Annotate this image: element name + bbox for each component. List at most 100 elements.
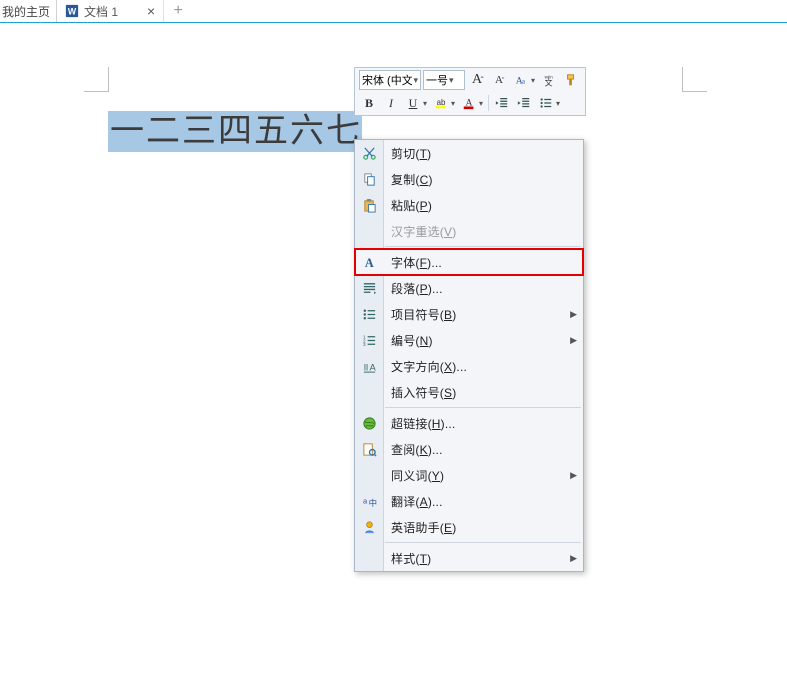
- svg-text:中: 中: [368, 498, 376, 508]
- context-menu-items: 剪切(T) 复制(C) 粘贴(P) 汉字重选(V) A字体(F)... 段落(P)... 项…: [355, 140, 583, 571]
- increase-indent-button[interactable]: [514, 93, 534, 113]
- separator: [385, 246, 581, 247]
- review-icon: [355, 442, 383, 457]
- translate-icon: a中: [355, 494, 383, 509]
- svg-text:a: a: [362, 496, 367, 505]
- format-painter-button[interactable]: [561, 70, 581, 90]
- font-size-value: 一号: [426, 72, 448, 88]
- context-menu: 剪切(T) 复制(C) 粘贴(P) 汉字重选(V) A字体(F)... 段落(P)... 项…: [354, 139, 584, 572]
- close-tab-button[interactable]: ×: [147, 4, 155, 18]
- svg-text:ll: ll: [363, 362, 367, 372]
- separator: [385, 542, 581, 543]
- bold-button[interactable]: B: [359, 93, 379, 113]
- menu-item-synonym[interactable]: 同义词(Y)▶: [355, 462, 583, 488]
- menu-item-font[interactable]: A字体(F)...: [355, 249, 583, 275]
- menu-item-hyperlink[interactable]: 超链接(H)...: [355, 410, 583, 436]
- phonetic-guide-icon: wén文: [542, 73, 556, 87]
- numbering-icon: 123: [355, 333, 383, 348]
- font-name-value: 宋体 (中文: [362, 72, 412, 88]
- change-case-icon: Aa: [514, 73, 528, 87]
- menu-item-paragraph[interactable]: 段落(P)...: [355, 275, 583, 301]
- grow-font-button[interactable]: Â: [467, 70, 487, 90]
- menu-item-label: 文字方向(X)...: [383, 358, 565, 375]
- word-file-icon: W: [65, 4, 79, 18]
- increase-indent-icon: [517, 96, 531, 110]
- format-painter-icon: [564, 73, 578, 87]
- highlight-icon: ab: [434, 96, 448, 110]
- menu-item-label: 汉字重选(V): [383, 223, 565, 240]
- underline-button[interactable]: U: [403, 93, 423, 113]
- menu-item-label: 英语助手(E): [383, 519, 565, 536]
- separator: [488, 95, 489, 111]
- svg-text:A: A: [364, 256, 373, 270]
- menu-item-label: 项目符号(B): [383, 306, 565, 323]
- menu-item-bullets[interactable]: 项目符号(B) ▶: [355, 301, 583, 327]
- change-case-button[interactable]: Aa: [511, 70, 531, 90]
- document-tab[interactable]: W 文档 1 ×: [57, 0, 164, 22]
- page-corner-top-right: [682, 67, 707, 92]
- document-area: 一二三四五六七 宋体 (中文▾ 一号▾ Â Ǎ Aa ▾ wén文: [0, 23, 787, 698]
- menu-item-label: 段落(P)...: [383, 280, 565, 297]
- menu-item-label: 超链接(H)...: [383, 415, 565, 432]
- menu-item-translate[interactable]: a中翻译(A)...: [355, 488, 583, 514]
- menu-item-english[interactable]: 英语助手(E): [355, 514, 583, 540]
- font-a-icon: A: [355, 255, 383, 270]
- mini-toolbar-row-2: B I U ▾ ab ▾ A ▾ ▾: [359, 93, 581, 113]
- submenu-arrow-icon: ▶: [570, 335, 577, 346]
- menu-item-label: 样式(T): [383, 550, 565, 567]
- font-color-icon: A: [462, 96, 476, 110]
- copy-icon: [355, 172, 383, 187]
- paragraph-icon: [355, 281, 383, 296]
- new-tab-button[interactable]: +: [164, 0, 192, 22]
- decrease-indent-icon: [495, 96, 509, 110]
- dropdown-arrow-icon: ▾: [556, 99, 562, 108]
- submenu-arrow-icon: ▶: [570, 309, 577, 320]
- shrink-font-label: A: [495, 74, 503, 86]
- font-color-button[interactable]: A: [459, 93, 479, 113]
- grow-font-label: A: [472, 72, 482, 88]
- menu-item-copy[interactable]: 复制(C): [355, 166, 583, 192]
- menu-item-label: 翻译(A)...: [383, 493, 565, 510]
- menu-item-numbering[interactable]: 123编号(N)▶: [355, 327, 583, 353]
- dropdown-arrow-icon: ▾: [451, 99, 457, 108]
- paste-icon: [355, 198, 383, 213]
- svg-text:W: W: [68, 7, 77, 17]
- bullets-icon: [355, 307, 383, 322]
- menu-item-label: 粘贴(P): [383, 197, 565, 214]
- text-direction-icon: llA: [355, 359, 383, 374]
- dropdown-arrow-icon: ▾: [423, 99, 429, 108]
- bullets-button[interactable]: [536, 93, 556, 113]
- dropdown-arrow-icon: ▾: [531, 76, 537, 85]
- shrink-font-button[interactable]: Ǎ: [489, 70, 509, 90]
- document-tab-label: 文档 1: [84, 3, 118, 20]
- menu-item-review[interactable]: 查阅(K)...: [355, 436, 583, 462]
- dropdown-arrow-icon: ▾: [479, 99, 485, 108]
- decrease-indent-button[interactable]: [492, 93, 512, 113]
- selected-text[interactable]: 一二三四五六七: [108, 111, 362, 152]
- menu-item-cut[interactable]: 剪切(T): [355, 140, 583, 166]
- menu-item-label: 同义词(Y): [383, 467, 565, 484]
- svg-text:A: A: [369, 362, 376, 372]
- menu-item-label: 剪切(T): [383, 145, 565, 162]
- svg-text:文: 文: [545, 77, 553, 87]
- menu-item-symbol[interactable]: 插入符号(S): [355, 379, 583, 405]
- font-size-selector[interactable]: 一号▾: [423, 70, 465, 90]
- submenu-arrow-icon: ▶: [570, 553, 577, 564]
- svg-text:a: a: [522, 78, 526, 86]
- italic-button[interactable]: I: [381, 93, 401, 113]
- menu-item-style[interactable]: 样式(T) ▶: [355, 545, 583, 571]
- bullets-icon: [539, 96, 553, 110]
- mini-toolbar: 宋体 (中文▾ 一号▾ Â Ǎ Aa ▾ wén文 B I: [354, 67, 586, 116]
- menu-item-textdir[interactable]: llA文字方向(X)...: [355, 353, 583, 379]
- scissors-icon: [355, 146, 383, 161]
- font-name-selector[interactable]: 宋体 (中文▾: [359, 70, 421, 90]
- menu-item-reselect: 汉字重选(V): [355, 218, 583, 244]
- dropdown-arrow-icon: ▾: [413, 75, 418, 86]
- menu-item-label: 插入符号(S): [383, 384, 565, 401]
- highlight-button[interactable]: ab: [431, 93, 451, 113]
- home-tab[interactable]: 我的主页: [0, 0, 57, 22]
- phonetic-guide-button[interactable]: wén文: [539, 70, 559, 90]
- menu-item-paste[interactable]: 粘贴(P): [355, 192, 583, 218]
- separator: [385, 407, 581, 408]
- assistant-icon: [355, 520, 383, 535]
